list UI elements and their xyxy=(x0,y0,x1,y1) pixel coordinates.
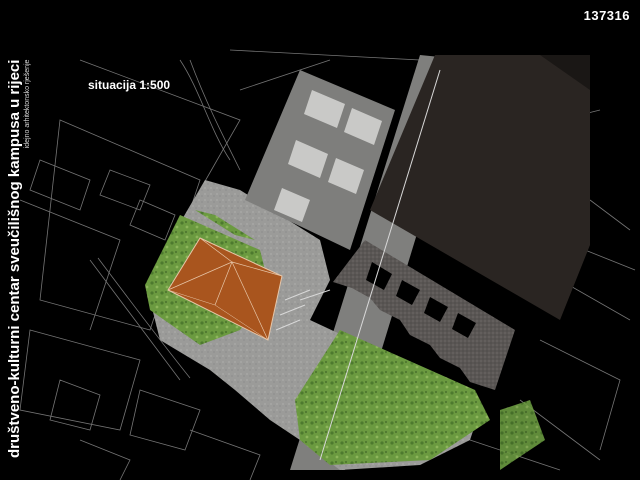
vertical-title-block: društveno-kulturni centar sveučilišnog k… xyxy=(6,60,32,458)
scale-label: situacija 1:500 xyxy=(88,78,171,92)
lawn-corner xyxy=(500,400,545,470)
project-subtitle: idejno arhitektonsko rješenje xyxy=(24,59,31,149)
project-title: društveno-kulturni centar sveučilišnog k… xyxy=(6,59,23,458)
site-plan xyxy=(19,49,636,480)
presentation-board: 137316 situacija 1:500 društveno-kulturn… xyxy=(0,0,640,480)
sheet-code: 137316 xyxy=(583,8,630,23)
